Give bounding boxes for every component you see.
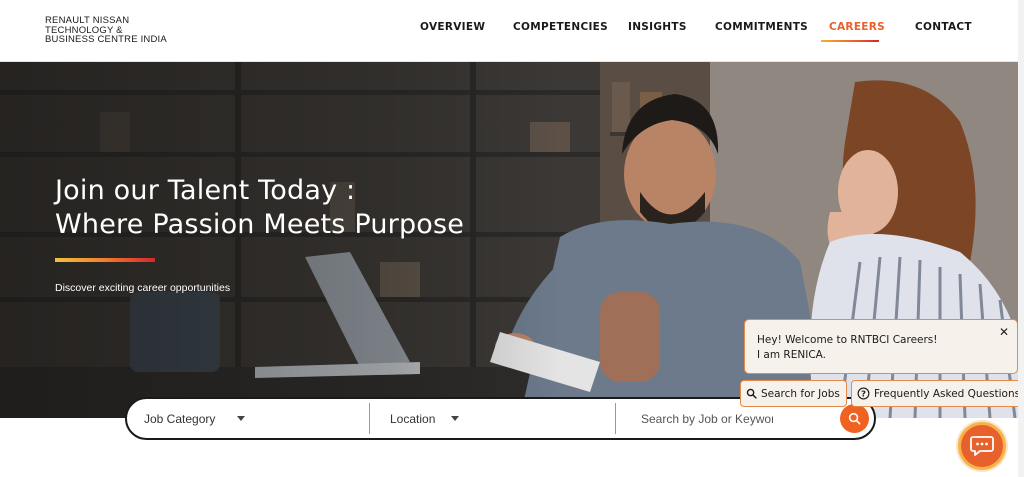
- chat-launcher-button[interactable]: [958, 422, 1006, 470]
- nav-item-insights[interactable]: INSIGHTS: [628, 21, 687, 33]
- search-icon: [848, 412, 861, 425]
- svg-text:?: ?: [861, 389, 866, 399]
- close-icon[interactable]: ✕: [999, 325, 1009, 339]
- question-circle-icon: ?: [857, 387, 870, 400]
- location-label: Location: [390, 411, 436, 426]
- main-nav: OVERVIEW COMPETENCIES INSIGHTS COMMITMEN…: [0, 21, 1024, 42]
- nav-item-commitments[interactable]: COMMITMENTS: [715, 21, 808, 33]
- nav-active-underline: [821, 40, 879, 42]
- job-category-dropdown[interactable]: Job Category: [144, 399, 246, 438]
- hero-title-line-2: Where Passion Meets Purpose: [55, 209, 465, 240]
- nav-item-competencies[interactable]: COMPETENCIES: [513, 21, 608, 33]
- nav-item-careers-label: CAREERS: [829, 21, 886, 33]
- nav-item-contact[interactable]: CONTACT: [915, 21, 972, 33]
- search-divider: [369, 403, 370, 434]
- hero-accent-bar: [55, 258, 155, 262]
- hero-subtitle: Discover exciting career opportunities: [55, 282, 231, 294]
- chat-message-line-2: I am RENICA.: [757, 349, 826, 361]
- nav-item-careers[interactable]: CAREERS: [821, 21, 886, 42]
- chat-chip-faq-label: Frequently Asked Questions: [874, 387, 1021, 400]
- hero-title: Join our Talent Today : Where Passion Me…: [55, 174, 464, 242]
- chat-chip-search-jobs-label: Search for Jobs: [761, 387, 840, 400]
- chat-welcome-bubble: Hey! Welcome to RNTBCI Careers! I am REN…: [744, 319, 1018, 374]
- search-divider: [615, 403, 616, 434]
- search-button[interactable]: [840, 404, 869, 433]
- careers-page: RENAULT NISSAN TECHNOLOGY & BUSINESS CEN…: [0, 0, 1024, 477]
- job-category-label: Job Category: [144, 411, 216, 426]
- page-scrollbar[interactable]: [1018, 0, 1024, 477]
- chat-chip-search-jobs[interactable]: Search for Jobs: [740, 380, 847, 407]
- chat-chip-faq[interactable]: ? Frequently Asked Questions: [851, 380, 1024, 407]
- chevron-down-icon: [237, 416, 246, 421]
- chat-message-line-1: Hey! Welcome to RNTBCI Careers!: [757, 334, 938, 346]
- location-dropdown[interactable]: Location: [390, 399, 460, 438]
- hero-title-line-1: Join our Talent Today :: [55, 175, 356, 206]
- nav-item-overview[interactable]: OVERVIEW: [420, 21, 485, 33]
- keyword-search-input[interactable]: [641, 411, 773, 426]
- search-icon: [746, 388, 757, 399]
- chat-icon: [970, 436, 994, 456]
- chevron-down-icon: [451, 416, 460, 421]
- site-header: RENAULT NISSAN TECHNOLOGY & BUSINESS CEN…: [0, 0, 1024, 62]
- chat-message: Hey! Welcome to RNTBCI Careers! I am REN…: [757, 333, 937, 363]
